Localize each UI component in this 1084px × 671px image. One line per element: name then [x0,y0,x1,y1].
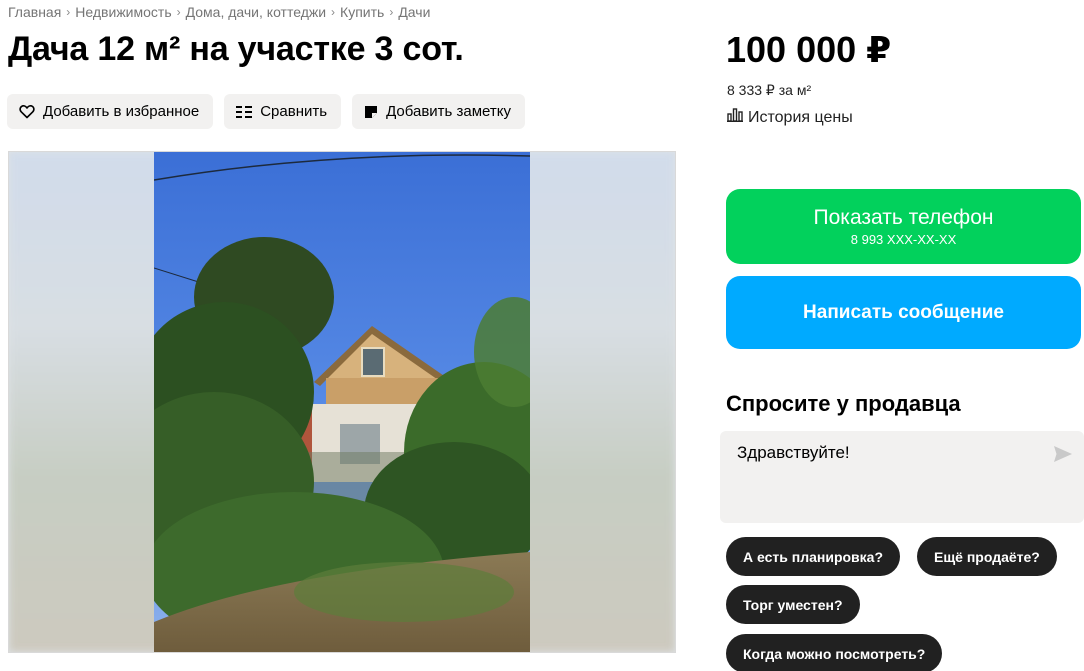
price-per-m2: 8 333 ₽ за м² [727,82,812,98]
add-note-button[interactable]: Добавить заметку [352,94,525,129]
compare-label: Сравнить [260,103,328,120]
chevron-right-icon: › [331,5,336,19]
ask-seller-title: Спросите у продавца [726,391,961,416]
show-phone-button[interactable]: Показать телефон 8 993 XXX-XX-XX [726,189,1081,264]
write-message-button[interactable]: Написать сообщение [726,276,1081,349]
breadcrumb: Главная › Недвижимость › Дома, дачи, кот… [8,4,430,20]
breadcrumb-home[interactable]: Главная [8,4,61,20]
listing-actions: Добавить в избранное Сравнить Добавить з… [7,94,525,129]
add-to-favorites-button[interactable]: Добавить в избранное [7,94,214,129]
show-phone-label: Показать телефон [813,206,994,229]
phone-mask: 8 993 XXX-XX-XX [850,232,957,247]
chart-icon [727,108,743,127]
message-text: Здравствуйте! [737,443,850,462]
price-history-link[interactable]: История цены [727,108,853,127]
breadcrumb-dachas[interactable]: Дачи [398,4,430,20]
note-icon [364,105,378,119]
breadcrumb-buy[interactable]: Купить [340,4,384,20]
compare-icon [236,105,253,119]
send-icon[interactable] [1053,445,1073,468]
quick-question-chip[interactable]: Ещё продаёте? [917,537,1057,576]
add-to-favorites-label: Добавить в избранное [43,103,200,120]
quick-question-chip[interactable]: Торг уместен? [726,585,860,624]
add-note-label: Добавить заметку [386,103,511,120]
breadcrumb-real-estate[interactable]: Недвижимость [75,4,171,20]
price-history-label: История цены [748,108,853,126]
photo-gallery[interactable] [8,151,676,653]
breadcrumb-houses[interactable]: Дома, дачи, коттеджи [186,4,326,20]
heart-icon [19,104,35,119]
chevron-right-icon: › [66,5,71,19]
chevron-right-icon: › [176,5,181,19]
price: 100 000 ₽ [726,29,892,70]
compare-button[interactable]: Сравнить [224,94,342,129]
quick-question-chip[interactable]: Когда можно посмотреть? [726,634,943,671]
message-input[interactable]: Здравствуйте! [720,431,1084,523]
chevron-right-icon: › [389,5,394,19]
quick-question-chip[interactable]: А есть планировка? [726,537,900,576]
page-title: Дача 12 м² на участке 3 сот. [8,30,464,68]
listing-photo[interactable] [154,152,530,653]
